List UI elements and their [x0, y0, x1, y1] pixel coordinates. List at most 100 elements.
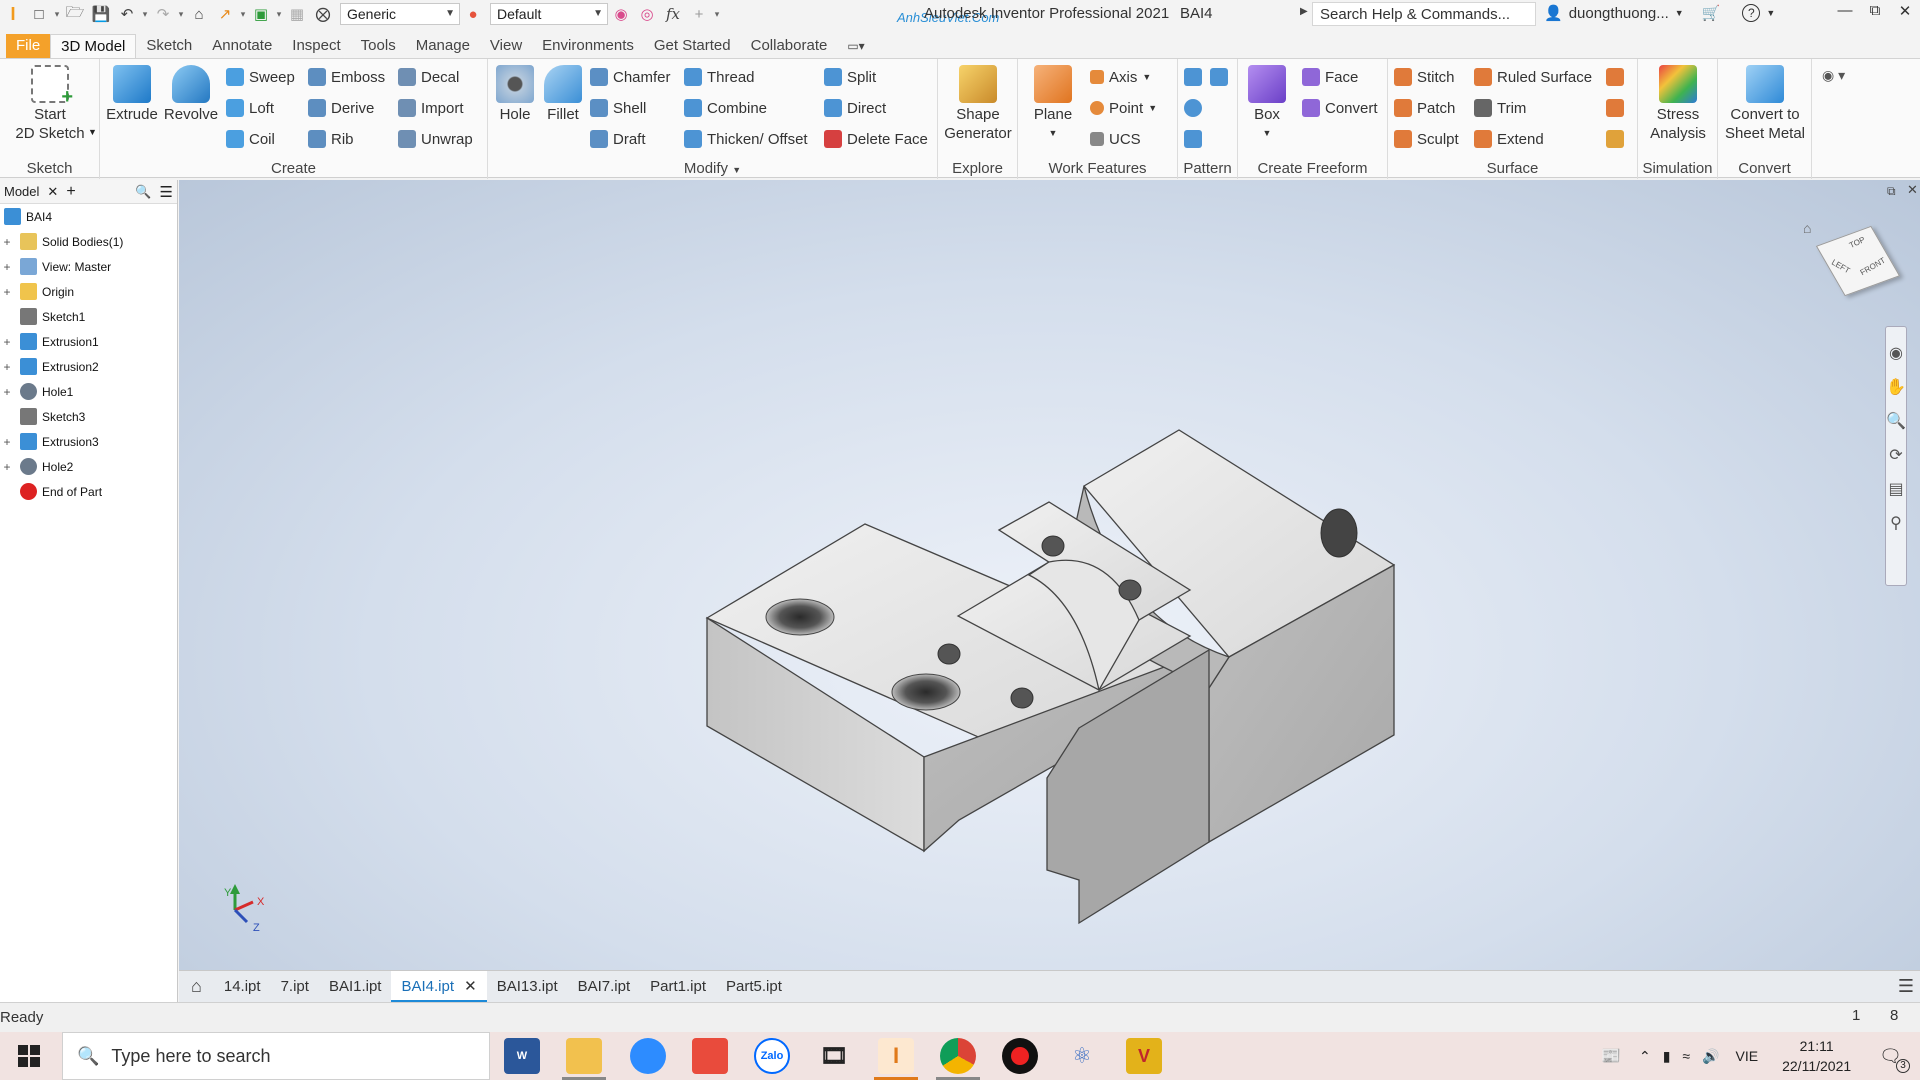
undo-dropdown-icon[interactable]: ▾	[140, 2, 150, 26]
fillet-button[interactable]: Fillet	[540, 65, 586, 124]
rectangular-pattern-button[interactable]	[1184, 65, 1202, 89]
graphics-viewport[interactable]: ⌂ TOP LEFT FRONT ◉ ✋ 🔍 ⟳ ▤ ⚲ ⧉ ✕ X Y Z	[179, 180, 1920, 970]
chevron-up-icon[interactable]: ⌃	[1639, 1048, 1651, 1065]
chevron-down-icon[interactable]: ▼	[1766, 8, 1775, 18]
tree-item[interactable]: + Origin	[0, 279, 177, 304]
extrude-button[interactable]: Extrude	[106, 65, 158, 124]
windows-start-icon[interactable]	[18, 1045, 40, 1067]
chamfer-button[interactable]: Chamfer	[590, 65, 671, 89]
delete-face-button[interactable]: Delete Face	[824, 127, 928, 151]
new-file-icon[interactable]: □	[26, 2, 52, 26]
zoom-selected-icon[interactable]: ⚲	[1890, 513, 1902, 533]
select-dropdown-icon[interactable]: ▾	[238, 2, 248, 26]
pan-icon[interactable]: ✋	[1886, 377, 1906, 397]
update-dropdown-icon[interactable]: ▾	[274, 2, 284, 26]
tab-sketch[interactable]: Sketch	[136, 34, 202, 58]
vietnamese-app-icon[interactable]: V	[1126, 1038, 1162, 1074]
viewport-close-icon[interactable]: ✕	[1907, 182, 1918, 198]
menu-icon[interactable]: ☰	[160, 183, 173, 201]
stress-analysis-button[interactable]: Stress Analysis	[1640, 65, 1716, 143]
tree-item[interactable]: + Hole2	[0, 454, 177, 479]
inventor-logo-icon[interactable]: I	[0, 2, 26, 26]
expand-icon[interactable]: +	[0, 460, 14, 474]
mirror-button[interactable]	[1210, 65, 1228, 89]
thicken-offset-button[interactable]: Thicken/ Offset	[684, 127, 808, 151]
update-icon[interactable]: ▣	[248, 2, 274, 26]
language-indicator[interactable]: VIE	[1736, 1048, 1759, 1064]
plane-button[interactable]: Plane ▼	[1028, 65, 1078, 143]
extend-button[interactable]: Extend	[1474, 127, 1544, 151]
look-at-icon[interactable]: ▤	[1888, 479, 1903, 499]
expand-icon[interactable]: +	[0, 435, 14, 449]
tab-file[interactable]: File	[6, 34, 51, 58]
record-app-icon[interactable]	[1002, 1038, 1038, 1074]
part-model[interactable]	[179, 180, 1920, 970]
film-app-icon[interactable]: 🎞	[816, 1038, 852, 1074]
color-ball-icon[interactable]: ●	[460, 2, 486, 26]
chevron-down-icon[interactable]: ▼	[88, 127, 97, 137]
taskbar-search[interactable]: 🔍 Type here to search	[62, 1032, 490, 1080]
garena-app-icon[interactable]	[692, 1038, 728, 1074]
group-modify-label[interactable]: Modify ▼	[488, 160, 937, 177]
zoom-app-icon[interactable]	[630, 1038, 666, 1074]
expand-icon[interactable]: +	[0, 360, 14, 374]
restore-icon[interactable]: ⧉	[1860, 2, 1890, 26]
convert-freeform-button[interactable]: Convert	[1302, 96, 1378, 120]
minimize-icon[interactable]: —	[1830, 2, 1860, 26]
tree-item[interactable]: End of Part	[0, 479, 177, 504]
shell-button[interactable]: Shell	[590, 96, 646, 120]
thread-button[interactable]: Thread	[684, 65, 755, 89]
draft-button[interactable]: Draft	[590, 127, 646, 151]
home-view-icon[interactable]: ⌂	[1803, 220, 1811, 236]
panel-visibility-icon[interactable]: ▭▾	[837, 34, 874, 58]
doc-tab[interactable]: BAI1.ipt	[319, 971, 392, 1003]
tab-manage[interactable]: Manage	[406, 34, 480, 58]
shape-generator-button[interactable]: Shape Generator	[940, 65, 1016, 143]
search-icon[interactable]: 🔍	[135, 184, 151, 200]
add-tab-icon[interactable]: +	[66, 183, 75, 201]
new-dropdown-icon[interactable]: ▾	[52, 2, 62, 26]
user-menu[interactable]: 👤 duongthuong... ▼ 🛒 ? ▼	[1544, 4, 1775, 22]
doc-tab[interactable]: Part1.ipt	[640, 971, 716, 1003]
tree-item[interactable]: + Solid Bodies(1)	[0, 229, 177, 254]
save-icon[interactable]: 💾	[88, 2, 114, 26]
convert-sheet-metal-button[interactable]: Convert to Sheet Metal	[1720, 65, 1810, 143]
doc-tab[interactable]: Part5.ipt	[716, 971, 792, 1003]
sculpt-button[interactable]: Sculpt	[1394, 127, 1459, 151]
customize-dropdown-icon[interactable]: ▾	[712, 2, 722, 26]
revolve-button[interactable]: Revolve	[162, 65, 220, 124]
loft-button[interactable]: Loft	[226, 96, 274, 120]
file-explorer-icon[interactable]	[566, 1038, 602, 1074]
zalo-app-icon[interactable]: Zalo	[754, 1038, 790, 1074]
zoom-icon[interactable]: 🔍	[1886, 411, 1906, 431]
tab-get-started[interactable]: Get Started	[644, 34, 741, 58]
viewport-restore-icon[interactable]: ⧉	[1887, 184, 1896, 199]
tree-item[interactable]: + Hole1	[0, 379, 177, 404]
expand-icon[interactable]: +	[0, 285, 14, 299]
tree-root[interactable]: BAI4	[0, 204, 177, 229]
plus-icon[interactable]: +	[686, 2, 712, 26]
repair-bodies-button[interactable]	[1606, 96, 1624, 120]
close-icon[interactable]: ✕	[1890, 2, 1920, 26]
volume-icon[interactable]: 🔊	[1702, 1048, 1719, 1065]
appearance-override-icon[interactable]: ⨂	[310, 2, 336, 26]
doc-tab[interactable]: 7.ipt	[271, 971, 319, 1003]
redo-icon[interactable]: ↷	[150, 2, 176, 26]
word-app-icon[interactable]: W	[504, 1038, 540, 1074]
unwrap-button[interactable]: Unwrap	[398, 127, 473, 151]
combine-button[interactable]: Combine	[684, 96, 767, 120]
axis-button[interactable]: Axis ▼	[1090, 65, 1151, 89]
doc-tab[interactable]: BAI13.ipt	[487, 971, 568, 1003]
clock[interactable]: 21:11 22/11/2021	[1782, 1036, 1851, 1076]
face-button[interactable]: Face	[1302, 65, 1358, 89]
ribbon-options-icon[interactable]: ◉ ▾	[1822, 67, 1845, 84]
atom-app-icon[interactable]: ⚛	[1064, 1038, 1100, 1074]
clear-appearance-icon[interactable]: ◎	[634, 2, 660, 26]
cart-icon[interactable]: 🛒	[1702, 4, 1721, 22]
tab-tools[interactable]: Tools	[351, 34, 406, 58]
expand-icon[interactable]: +	[0, 260, 14, 274]
start-sketch-button[interactable]: + Start 2D Sketch	[10, 65, 90, 143]
sketch-pattern-button[interactable]	[1184, 127, 1202, 151]
select-icon[interactable]: ↗	[212, 2, 238, 26]
close-tab-icon[interactable]: ✕	[464, 978, 477, 995]
